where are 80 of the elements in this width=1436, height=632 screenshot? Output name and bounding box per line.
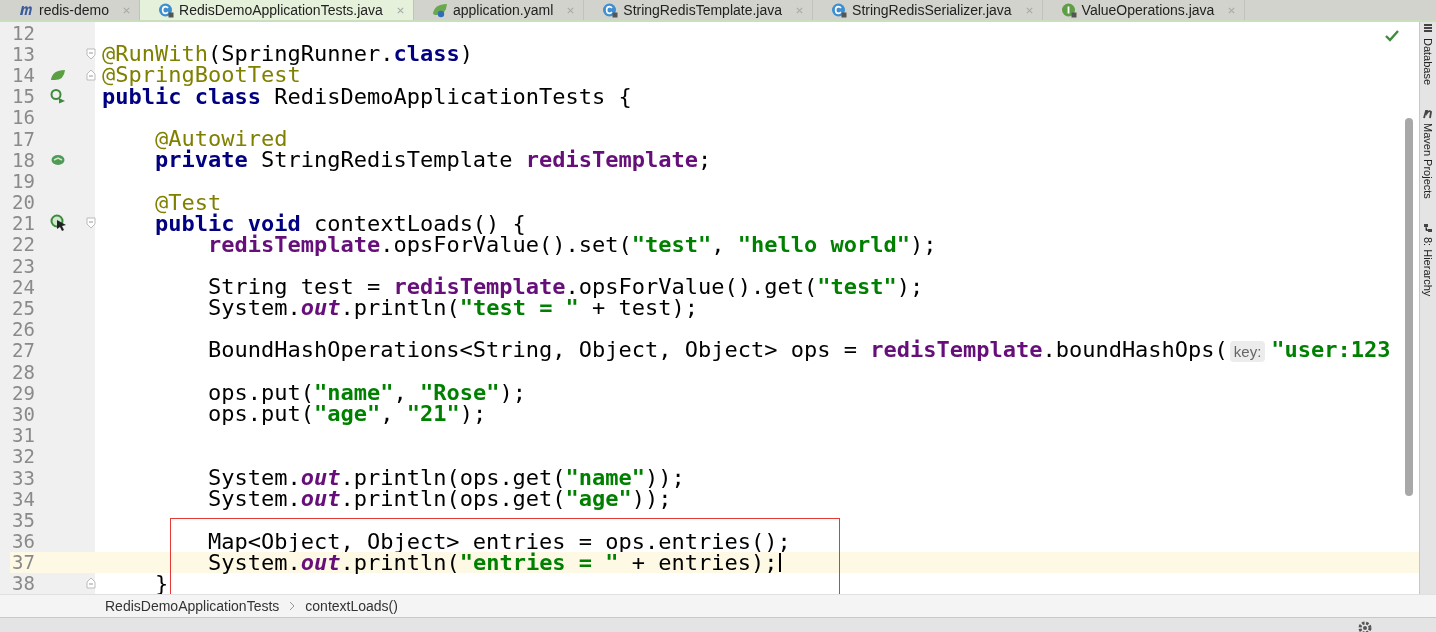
code-line: private StringRedisTemplate redisTemplate; [153, 149, 712, 171]
line-number: 26 [11, 318, 36, 341]
hierarchy-icon [1423, 222, 1433, 233]
code-line: public void contextLoads() { [153, 212, 526, 234]
tool-window-button[interactable]: Maven Projects [1420, 109, 1436, 199]
line-number: 28 [11, 360, 36, 383]
line-number: 30 [11, 402, 36, 425]
class-icon [158, 2, 175, 18]
code-line: System.out.println(ops.get("name")); [206, 466, 685, 489]
code-line: @RunWith(SpringRunner.class) [102, 43, 473, 65]
line-number: 14 [11, 63, 36, 86]
database-icon [1423, 24, 1433, 34]
code-line: System.out.println("entries = " + entries); [206, 551, 778, 573]
line-number: 25 [11, 297, 36, 320]
code-line: @SpringBootTest [102, 64, 301, 86]
line-number: 34 [11, 487, 36, 510]
maven-icon [1423, 109, 1433, 120]
line-number: 12 [11, 22, 36, 44]
fold-icon[interactable] [86, 47, 96, 60]
line-number: 18 [11, 148, 36, 171]
close-icon[interactable] [395, 5, 405, 15]
tool-window-button[interactable]: Database [1420, 24, 1436, 86]
settings-icon[interactable] [1357, 620, 1373, 632]
editor-tab[interactable]: StringRedisTemplate.java [584, 0, 814, 20]
parameter-hint: key: [1229, 340, 1266, 362]
editor-tab[interactable]: ValueOperations.java [1042, 0, 1246, 20]
fold-icon[interactable] [86, 217, 96, 230]
code-line: BoundHashOperations<String, Object, Object> ops = redisTemplate.boundHashOps( [206, 338, 1228, 360]
line-number: 16 [11, 106, 36, 129]
fold-icon[interactable] [86, 577, 96, 590]
close-icon[interactable] [566, 5, 576, 15]
code-line: public class RedisDemoApplicationTests { [102, 85, 632, 107]
editor-tab[interactable]: RedisDemoApplicationTests.java [140, 0, 414, 20]
close-icon[interactable] [122, 5, 132, 15]
chevron-icon [289, 601, 296, 611]
line-number: 36 [11, 530, 36, 553]
code-line: @Autowired [153, 127, 288, 150]
editor-tab[interactable]: StringRedisSerializer.java [813, 0, 1043, 20]
line-number: 23 [11, 254, 36, 277]
line-number: 32 [11, 445, 36, 468]
line-number: 33 [11, 466, 36, 489]
run-icon[interactable] [50, 214, 68, 233]
line-number: 27 [11, 339, 36, 362]
code-line: ops.put("age", "21"); [206, 403, 487, 425]
text-cursor [778, 552, 781, 572]
line-number: 17 [11, 127, 36, 150]
line-number: 13 [11, 42, 36, 65]
tool-window-button[interactable]: 8: Hierarchy [1420, 222, 1436, 297]
class-icon [602, 2, 619, 18]
line-number: 20 [11, 191, 36, 214]
line-number: 29 [11, 381, 36, 404]
code-line: @Test [153, 191, 222, 213]
line-number: 38 [11, 572, 36, 594]
line-number: 19 [11, 169, 36, 192]
leaf-icon [431, 2, 448, 18]
close-icon[interactable] [795, 5, 805, 15]
class-icon [831, 2, 848, 18]
line-number: 35 [11, 508, 36, 531]
line-number: 37 [11, 551, 36, 574]
line-number: 24 [11, 275, 36, 298]
breadcrumb-item[interactable]: RedisDemoApplicationTests [105, 598, 280, 614]
fold-icon[interactable] [86, 68, 96, 81]
scrollbar-thumb[interactable] [1405, 118, 1413, 496]
line-number: 15 [11, 85, 36, 108]
code-line: Map<Object, Object> entries = ops.entries(); [206, 530, 791, 552]
code-line: System.out.println("test = " + test); [206, 297, 699, 319]
code-line: String test = redisTemplate.opsForValue().get("test"); [206, 276, 924, 298]
code-line: ops.put("name", "Rose"); [206, 382, 526, 404]
code-line: "user:123 [1271, 338, 1391, 360]
code-line: System.out.println(ops.get("age")); [206, 488, 672, 510]
interface-icon [1060, 2, 1077, 18]
check-icon [1385, 30, 1399, 42]
close-icon[interactable] [1227, 5, 1237, 15]
code-line: } [153, 572, 169, 594]
line-number: 21 [11, 212, 36, 235]
breadcrumb-item[interactable]: contextLoads() [305, 598, 398, 614]
line-number: 22 [11, 233, 36, 256]
line-number: 31 [11, 424, 36, 447]
close-icon[interactable] [1024, 5, 1034, 15]
editor-tab[interactable]: application.yaml [413, 0, 585, 20]
